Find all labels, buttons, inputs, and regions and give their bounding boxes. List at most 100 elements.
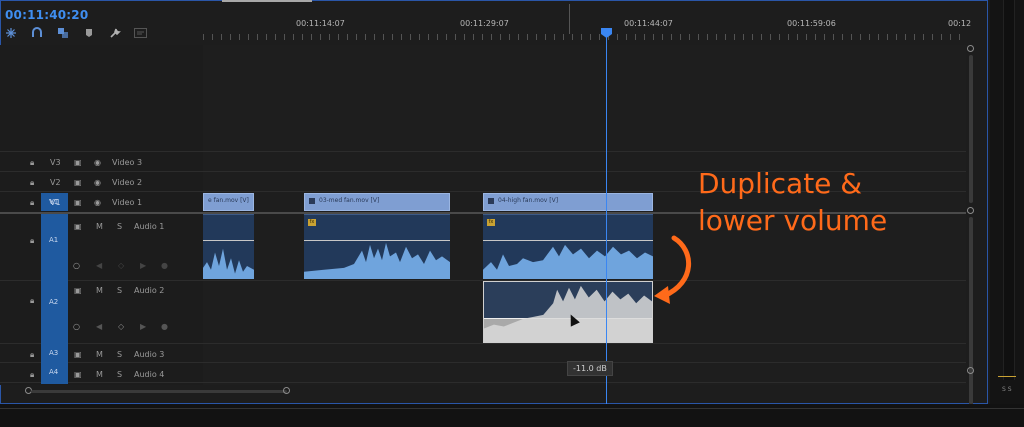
keyframe-prev-icon[interactable]: ◀ <box>96 322 102 331</box>
audio-clip[interactable] <box>203 214 254 279</box>
fx-badge[interactable]: fx <box>308 219 316 226</box>
horizontal-scrollbar[interactable] <box>25 387 290 395</box>
audio-waveform <box>203 248 254 279</box>
video-clip[interactable]: 04-high fan.mov [V] <box>483 193 653 211</box>
mute-button[interactable]: M <box>96 350 103 359</box>
lock-icon[interactable]: 🔒︎ <box>30 370 34 380</box>
linked-selection-icon[interactable] <box>56 27 69 39</box>
annotation-text: Duplicate & lower volume <box>698 165 887 239</box>
mic-icon[interactable]: ● <box>161 261 168 270</box>
ruler-label: 00:12 <box>948 19 972 28</box>
keyframe-prev-icon[interactable]: ◀ <box>96 261 102 270</box>
track-header-a1: 🔒︎ ▣ M S Audio 1 ○ ◀ ◇ ▶ ● <box>0 218 203 270</box>
ruler-label: 00:11:14:07 <box>296 19 345 28</box>
marker-icon[interactable] <box>82 27 95 39</box>
mute-button[interactable]: M <box>96 222 103 231</box>
wrench-icon[interactable] <box>108 27 121 39</box>
meter-solo-label[interactable]: S S <box>1002 386 1012 393</box>
track-id: V2 <box>50 178 61 187</box>
track-name: Video 1 <box>112 198 143 207</box>
keyframe-add-icon[interactable]: ◇ <box>118 322 124 331</box>
sync-lock-icon[interactable]: ▣ <box>74 222 82 231</box>
sync-lock-icon[interactable]: ▣ <box>74 286 82 295</box>
track-name: Video 3 <box>112 158 143 167</box>
solo-button[interactable]: S <box>117 350 122 359</box>
annotation-line-2: lower volume <box>698 204 888 237</box>
eye-icon[interactable]: ◉ <box>94 178 101 187</box>
track-name: Audio 3 <box>134 350 165 359</box>
eye-icon[interactable]: ◉ <box>94 158 101 167</box>
scroll-knob[interactable] <box>967 367 974 374</box>
ruler-label: 00:11:44:07 <box>624 19 673 28</box>
lock-icon[interactable]: 🔒︎ <box>30 236 34 246</box>
ruler-divider <box>569 4 570 34</box>
track-header-a4: 🔒︎ ▣ M S Audio 4 <box>0 366 203 385</box>
audio-meter-track <box>1003 0 1015 380</box>
magnet-icon[interactable] <box>30 27 43 39</box>
sync-lock-icon[interactable]: ▣ <box>74 350 82 359</box>
lock-icon[interactable]: 🔒︎ <box>30 296 34 306</box>
bottom-strip <box>0 404 1024 427</box>
scroll-thumb[interactable] <box>969 55 973 203</box>
video-clip[interactable]: 03-med fan.mov [V] <box>304 193 450 211</box>
mic-icon[interactable]: ● <box>161 322 168 331</box>
track-header-a3: 🔒︎ ▣ M S Audio 3 <box>0 346 203 365</box>
fx-badge[interactable]: fx <box>487 219 495 226</box>
vertical-scrollbar[interactable] <box>966 45 976 417</box>
audio-waveform <box>484 285 652 342</box>
scroll-knob[interactable] <box>283 387 290 394</box>
lock-icon[interactable]: 🔒︎ <box>30 178 34 188</box>
time-ruler[interactable]: 00:11:14:07 00:11:29:07 00:11:44:07 00:1… <box>203 0 972 45</box>
sync-lock-icon[interactable]: ▣ <box>74 178 82 187</box>
voiceover-icon[interactable]: ○ <box>73 261 80 270</box>
scroll-knob[interactable] <box>967 207 974 214</box>
track-id: V3 <box>50 158 61 167</box>
track-name: Audio 4 <box>134 370 165 379</box>
ruler-label: 00:11:29:07 <box>460 19 509 28</box>
lock-icon[interactable]: 🔒︎ <box>30 198 34 208</box>
timeline-toolbar <box>4 26 147 40</box>
keyframe-next-icon[interactable]: ▶ <box>140 261 146 270</box>
sync-lock-icon[interactable]: ▣ <box>74 370 82 379</box>
solo-button[interactable]: S <box>117 370 122 379</box>
track-name: Audio 1 <box>134 222 165 231</box>
solo-button[interactable]: S <box>117 222 122 231</box>
mute-button[interactable]: M <box>96 370 103 379</box>
video-clip-label: 03-med fan.mov [V] <box>319 197 380 204</box>
audio-meter-panel: S S <box>990 0 1024 404</box>
target-a1-label: A1 <box>49 236 59 244</box>
scroll-thumb[interactable] <box>969 217 973 417</box>
audio-clip[interactable]: fx <box>304 214 450 279</box>
sync-lock-icon[interactable]: ▣ <box>74 198 82 207</box>
track-name: Video 2 <box>112 178 143 187</box>
divider <box>0 408 1024 409</box>
audio-clip[interactable]: fx <box>483 214 653 279</box>
scroll-thumb[interactable] <box>31 390 287 393</box>
lock-icon[interactable]: 🔒︎ <box>30 350 34 360</box>
track-header-a2: 🔒︎ ▣ M S Audio 2 ○ ◀ ◇ ▶ ● <box>0 282 203 331</box>
duplicated-audio-clip[interactable]: fx <box>483 281 653 343</box>
scroll-knob[interactable] <box>967 45 974 52</box>
keyframe-add-icon[interactable]: ◇ <box>118 261 124 270</box>
track-name: Audio 2 <box>134 286 165 295</box>
playhead-timecode[interactable]: 00:11:40:20 <box>5 8 88 22</box>
lock-icon[interactable]: 🔒︎ <box>30 158 34 168</box>
ruler-label: 00:11:59:06 <box>787 19 836 28</box>
keyframe-next-icon[interactable]: ▶ <box>140 322 146 331</box>
annotation-line-1: Duplicate & <box>698 167 863 200</box>
track-headers <box>0 45 203 385</box>
audio-waveform <box>304 242 450 279</box>
track-header-v2: 🔒︎ V2 ▣ ◉ Video 2 <box>0 174 203 193</box>
mute-button[interactable]: M <box>96 286 103 295</box>
clip-color-icon <box>488 197 494 204</box>
eye-icon[interactable]: ◉ <box>94 198 101 207</box>
voiceover-icon[interactable]: ○ <box>73 322 80 331</box>
video-clip[interactable]: e fan.mov [V] <box>203 193 254 211</box>
solo-button[interactable]: S <box>117 286 122 295</box>
playhead-line[interactable] <box>606 34 607 404</box>
annotation-arrow-icon <box>654 235 691 304</box>
sync-lock-icon[interactable]: ▣ <box>74 158 82 167</box>
captions-icon[interactable] <box>134 27 147 39</box>
meter-level-line <box>998 376 1016 377</box>
snap-icon[interactable] <box>4 27 17 39</box>
